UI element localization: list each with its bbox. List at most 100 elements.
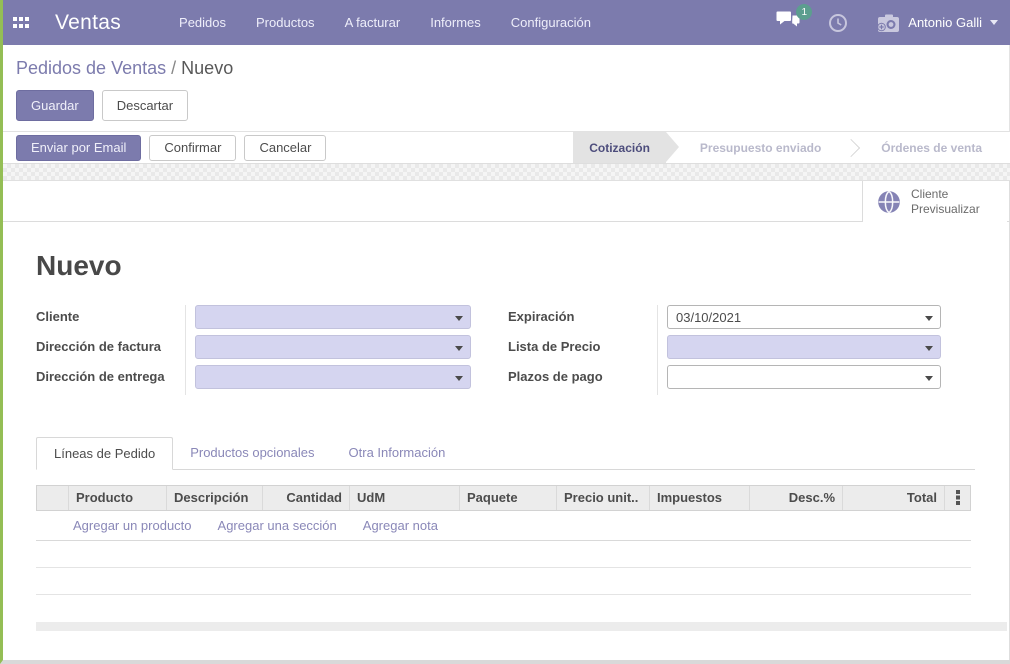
- tab-productos-opcionales[interactable]: Productos opcionales: [173, 437, 331, 469]
- plazos-pago-field[interactable]: [667, 365, 941, 389]
- header-descripcion: Descripción: [166, 486, 262, 510]
- customer-preview-button[interactable]: Cliente Previsualizar: [862, 181, 1007, 222]
- grid-icon: [13, 15, 29, 31]
- direccion-factura-input[interactable]: [196, 336, 470, 358]
- menu-item-productos[interactable]: Productos: [256, 15, 315, 30]
- cliente-input[interactable]: [196, 306, 470, 328]
- direccion-factura-field[interactable]: [195, 335, 471, 359]
- stage-presupuesto-enviado[interactable]: Presupuesto enviado: [680, 132, 841, 163]
- menu-item-configuracion[interactable]: Configuración: [511, 15, 591, 30]
- direccion-factura-label: Dirección de factura: [36, 335, 186, 365]
- messages-button[interactable]: 1: [776, 11, 800, 34]
- main-menu: Pedidos Productos A facturar Informes Co…: [179, 15, 591, 30]
- notebook-tabs: Líneas de Pedido Productos opcionales Ot…: [36, 437, 975, 470]
- add-note-link[interactable]: Agregar nota: [363, 518, 438, 533]
- empty-table-row: [36, 541, 971, 568]
- empty-table-row: [36, 568, 971, 595]
- header-udm: UdM: [349, 486, 459, 510]
- header-paquete: Paquete: [459, 486, 556, 510]
- add-section-link[interactable]: Agregar una sección: [218, 518, 337, 533]
- form-background-band: [3, 164, 1010, 181]
- sales-order-form-page: Ventas Pedidos Productos A facturar Info…: [0, 0, 1010, 664]
- header-precio-unitario: Precio unit..: [556, 486, 649, 510]
- direccion-entrega-label: Dirección de entrega: [36, 365, 186, 395]
- dropdown-caret-icon: [455, 376, 463, 381]
- cliente-label: Cliente: [36, 305, 186, 335]
- field-row-plazos-pago: Plazos de pago: [508, 365, 942, 395]
- header-impuestos: Impuestos: [649, 486, 749, 510]
- header-cantidad: Cantidad: [262, 486, 349, 510]
- header-handle-column: [37, 486, 68, 510]
- menu-item-informes[interactable]: Informes: [430, 15, 481, 30]
- dropdown-caret-icon: [455, 316, 463, 321]
- field-row-direccion-entrega: Dirección de entrega: [36, 365, 473, 395]
- stage-ordenes-de-venta[interactable]: Órdenes de venta: [861, 132, 1002, 163]
- sheet-body: Nuevo Cliente Dirección de factura Direc…: [3, 222, 1010, 660]
- confirm-button[interactable]: Confirmar: [149, 135, 236, 161]
- order-lines-header-row: Producto Descripción Cantidad UdM Paquet…: [36, 485, 971, 511]
- expiracion-field[interactable]: [667, 305, 941, 329]
- header-descuento: Desc.%: [749, 486, 842, 510]
- stage-chevron-icon: [842, 138, 860, 156]
- save-button[interactable]: Guardar: [16, 90, 94, 121]
- optional-columns-toggle-icon[interactable]: [944, 486, 970, 510]
- chevron-down-icon: [990, 20, 998, 25]
- field-row-cliente: Cliente: [36, 305, 473, 335]
- record-action-buttons: Guardar Descartar: [16, 90, 188, 121]
- lista-precio-field[interactable]: [667, 335, 941, 359]
- globe-icon: [876, 189, 902, 215]
- expiracion-label: Expiración: [508, 305, 658, 335]
- record-title: Nuevo: [36, 250, 122, 282]
- breadcrumb-separator: /: [171, 58, 176, 78]
- dropdown-caret-icon: [925, 316, 933, 321]
- form-left-column: Cliente Dirección de factura Dirección d…: [36, 305, 473, 395]
- tab-lineas-de-pedido[interactable]: Líneas de Pedido: [36, 437, 173, 470]
- breadcrumb: Pedidos de Ventas / Nuevo: [16, 58, 233, 79]
- user-menu[interactable]: Antonio Galli: [876, 13, 998, 33]
- breadcrumb-parent-link[interactable]: Pedidos de Ventas: [16, 58, 166, 78]
- status-pipeline: Cotización Presupuesto enviado Órdenes d…: [573, 132, 1002, 163]
- field-row-lista-precio: Lista de Precio: [508, 335, 942, 365]
- header-producto: Producto: [68, 486, 166, 510]
- tab-otra-informacion[interactable]: Otra Información: [332, 437, 463, 469]
- statusbar: Enviar por Email Confirmar Cancelar Coti…: [3, 131, 1010, 164]
- direccion-entrega-input[interactable]: [196, 366, 470, 388]
- lista-precio-label: Lista de Precio: [508, 335, 658, 365]
- table-footer-bar: [36, 622, 1007, 631]
- plazos-pago-label: Plazos de pago: [508, 365, 658, 395]
- field-row-expiracion: Expiración: [508, 305, 942, 335]
- cancel-button[interactable]: Cancelar: [244, 135, 326, 161]
- dropdown-caret-icon: [925, 346, 933, 351]
- dropdown-caret-icon: [455, 346, 463, 351]
- sheet-header: Cliente Previsualizar: [3, 181, 1010, 222]
- top-navbar: Ventas Pedidos Productos A facturar Info…: [3, 0, 1010, 45]
- form-right-column: Expiración Lista de Precio Plazos de pag…: [508, 305, 942, 395]
- menu-item-pedidos[interactable]: Pedidos: [179, 15, 226, 30]
- avatar-placeholder-icon: [876, 13, 900, 33]
- app-brand-title[interactable]: Ventas: [55, 11, 121, 35]
- user-name: Antonio Galli: [908, 15, 982, 30]
- customer-preview-label: Cliente Previsualizar: [911, 187, 980, 217]
- breadcrumb-current: Nuevo: [181, 58, 233, 78]
- direccion-entrega-field[interactable]: [195, 365, 471, 389]
- clock-icon: [828, 13, 848, 33]
- dropdown-caret-icon: [925, 376, 933, 381]
- expiracion-input[interactable]: [668, 306, 940, 328]
- control-panel: Pedidos de Ventas / Nuevo Guardar Descar…: [3, 45, 1010, 131]
- stage-cotizacion[interactable]: Cotización: [573, 132, 666, 163]
- menu-item-a-facturar[interactable]: A facturar: [345, 15, 401, 30]
- workflow-buttons: Enviar por Email Confirmar Cancelar: [16, 135, 326, 161]
- field-row-direccion-factura: Dirección de factura: [36, 335, 473, 365]
- discard-button[interactable]: Descartar: [102, 90, 188, 121]
- header-total: Total: [842, 486, 944, 510]
- messages-count-badge: 1: [796, 4, 812, 20]
- activities-button[interactable]: [828, 13, 848, 33]
- apps-menu-icon[interactable]: [11, 13, 31, 33]
- navbar-right: 1 Antonio Galli: [776, 11, 998, 34]
- cliente-field[interactable]: [195, 305, 471, 329]
- lista-precio-input[interactable]: [668, 336, 940, 358]
- plazos-pago-input[interactable]: [668, 366, 940, 388]
- send-by-email-button[interactable]: Enviar por Email: [16, 135, 141, 161]
- order-lines-table: Producto Descripción Cantidad UdM Paquet…: [36, 485, 971, 595]
- add-product-link[interactable]: Agregar un producto: [73, 518, 192, 533]
